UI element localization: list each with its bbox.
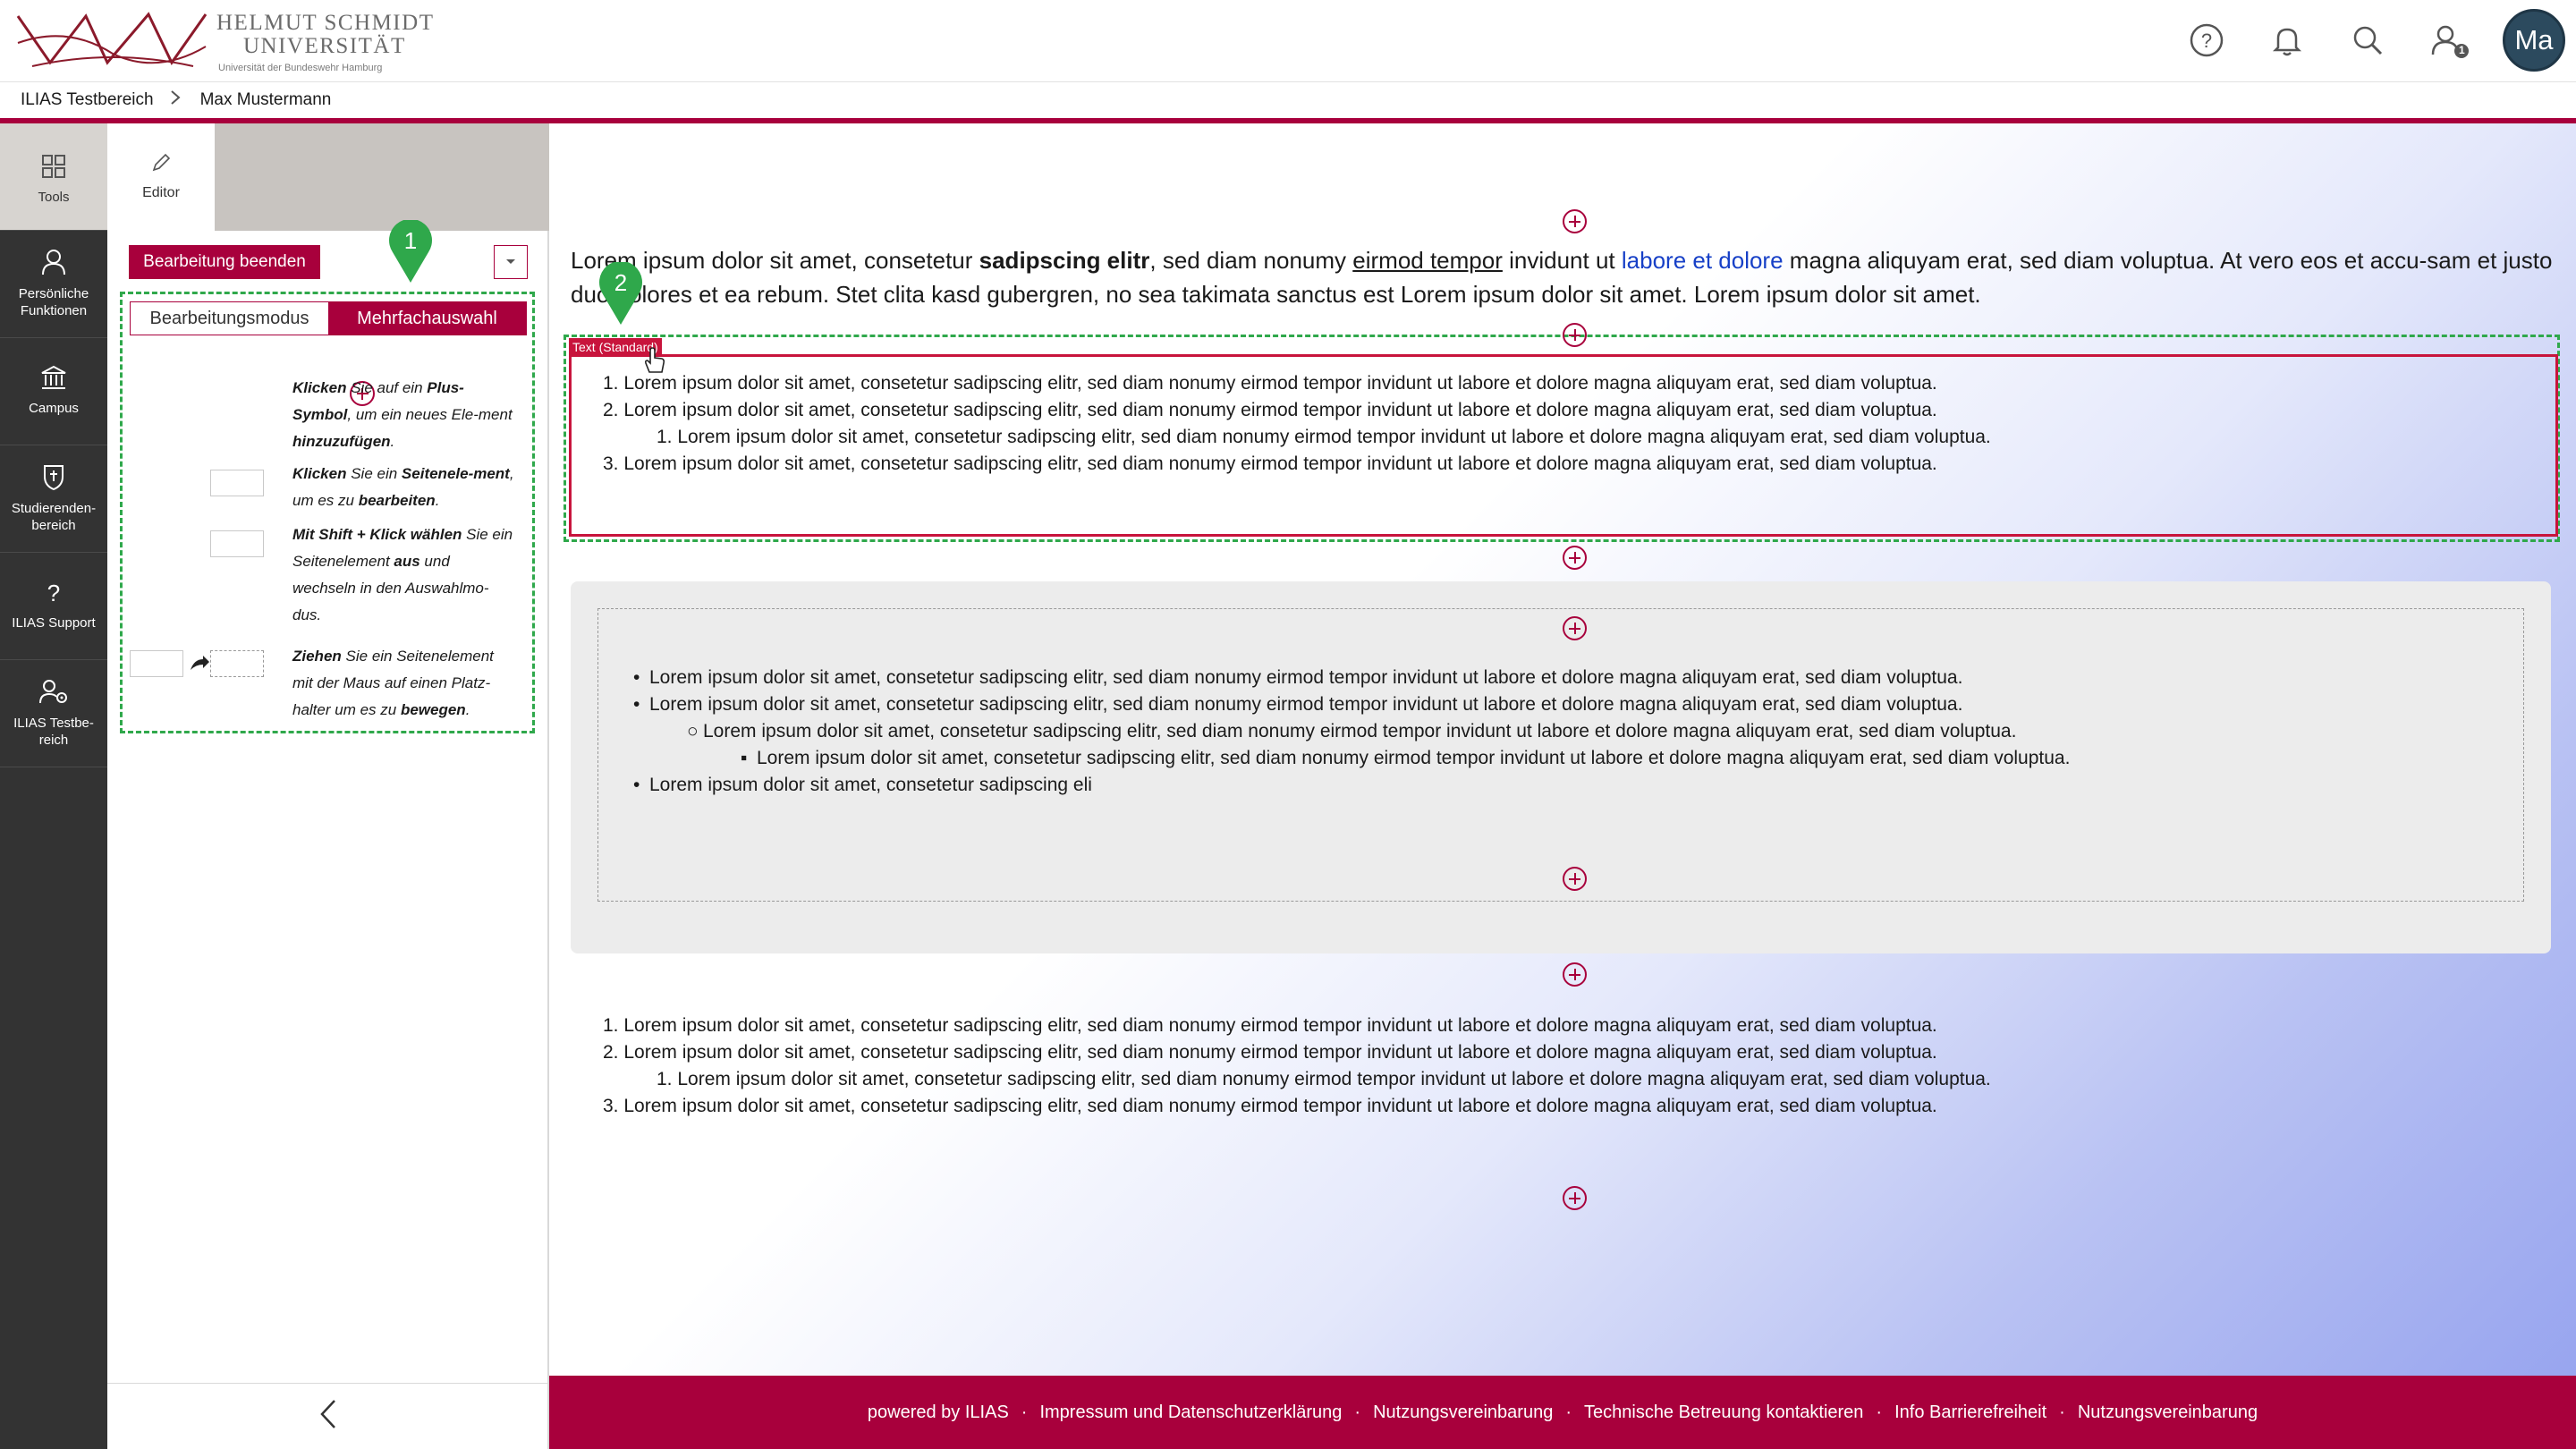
list-item: • Lorem ipsum dolor sit amet, consetetur … [633, 667, 1963, 688]
list-item: 3. Lorem ipsum dolor sit amet, consetetu… [603, 1096, 1937, 1116]
breadcrumb: ILIAS Testbereich Max Mustermann [0, 82, 2576, 118]
help-drag-source-box [130, 650, 183, 677]
logo-line-1: HELMUT SCHMIDT [216, 11, 435, 35]
shield-icon [0, 463, 107, 495]
chevron-left-icon [319, 1399, 337, 1434]
question-icon: ? [0, 580, 107, 609]
footer-link-impressum[interactable]: Impressum und Datenschutzerklärung [1039, 1402, 1342, 1423]
ordered-list-1: 1. Lorem ipsum dolor sit amet, consetetu… [603, 370, 1991, 478]
mainbar-item-testbereich[interactable]: ILIAS Testbe-reich [0, 660, 107, 767]
footer-link-accessibility[interactable]: Info Barrierefreiheit [1894, 1402, 2046, 1423]
add-element-plus-icon[interactable] [1563, 616, 1587, 640]
mainbar-item-support[interactable]: ? ILIAS Support [0, 553, 107, 660]
mainbar-item-students[interactable]: Studierenden-bereich [0, 445, 107, 553]
add-element-plus-icon[interactable] [1563, 546, 1587, 570]
dropdown-button[interactable] [494, 245, 528, 279]
editor-help-box: Bearbeitungsmodus Mehrfachauswahl Klicke… [120, 292, 535, 733]
footer: powered by ILIAS · Impressum und Datensc… [549, 1376, 2576, 1449]
mode-edit-button[interactable]: Bearbeitungsmodus [131, 302, 328, 335]
list-item: 2. Lorem ipsum dolor sit amet, consetetu… [603, 1042, 1937, 1063]
list-item: 1. Lorem ipsum dolor sit amet, consetetu… [603, 373, 1937, 394]
list-item: 1. Lorem ipsum dolor sit amet, consetetu… [603, 1015, 1937, 1036]
mainbar-label-support: ILIAS Support [12, 615, 96, 631]
notification-badge: 1 [2459, 44, 2465, 56]
logo-line-3: Universität der Bundeswehr Hamburg [218, 63, 383, 73]
page-content: Lorem ipsum dolor sit amet, consetetur s… [549, 123, 2576, 1376]
mode-multi-select-button[interactable]: Mehrfachauswahl [328, 302, 526, 335]
svg-text:?: ? [47, 580, 60, 605]
mainbar-item-tools[interactable]: Tools [0, 123, 107, 231]
list-item: • Lorem ipsum dolor sit amet, consetetur … [633, 694, 1963, 715]
tool-slate: Editor Bearbeitung beenden Bearbeitungsm… [107, 123, 549, 1449]
breadcrumb-item-user[interactable]: Max Mustermann [200, 90, 332, 110]
ordered-list-2[interactable]: 1. Lorem ipsum dolor sit amet, consetetu… [603, 1013, 1991, 1120]
grid-icon [0, 154, 107, 183]
add-element-plus-icon[interactable] [1563, 323, 1587, 347]
list-item: ▪ Lorem ipsum dolor sit amet, consetetur … [741, 748, 2071, 768]
mainbar-label-tools: Tools [38, 190, 70, 205]
arrow-right-icon [189, 654, 210, 678]
add-element-plus-icon[interactable] [1563, 867, 1587, 891]
paragraph-intro[interactable]: Lorem ipsum dolor sit amet, consetetur s… [571, 243, 2565, 311]
mainbar-item-personal[interactable]: Persönliche Funktionen [0, 231, 107, 338]
marker-2: 2 [597, 260, 644, 326]
paragraph-link[interactable]: labore et dolore [1622, 247, 1784, 274]
user-icon [0, 249, 107, 280]
slate-tab-bar: Editor [107, 123, 549, 231]
help-text-add: Klicken Sie auf ein Plus-Symbol, um ein … [292, 379, 513, 450]
help-text-move: Ziehen Sie ein Seitenelement mit der Mau… [292, 648, 494, 718]
header: HELMUT SCHMIDT UNIVERSITÄT Universität d… [0, 0, 2576, 82]
avatar[interactable]: Ma [2503, 9, 2565, 72]
caret-down-icon [505, 254, 516, 270]
list-item: ○ Lorem ipsum dolor sit amet, consetetur … [687, 721, 2017, 741]
bullet-list: • Lorem ipsum dolor sit amet, consetetur … [633, 665, 2070, 799]
add-element-plus-icon[interactable] [1563, 962, 1587, 987]
list-item: 1. Lorem ipsum dolor sit amet, consetetu… [657, 1069, 1991, 1089]
mainbar-label-students: Studierenden-bereich [11, 501, 97, 533]
marker-1: 1 [387, 218, 434, 284]
end-editing-button[interactable]: Bearbeitung beenden [129, 245, 320, 279]
list-item: 2. Lorem ipsum dolor sit amet, consetetu… [603, 400, 1937, 420]
help-element-box [210, 470, 264, 496]
breadcrumb-item-testbereich[interactable]: ILIAS Testbereich [21, 90, 154, 110]
list-item: 1. Lorem ipsum dolor sit amet, consetetu… [657, 427, 1991, 447]
chevron-right-icon [170, 89, 181, 111]
footer-link-terms[interactable]: Nutzungsvereinbarung [1373, 1402, 1553, 1423]
mainbar-label-personal: Persönliche Funktionen [18, 286, 89, 318]
footer-link-contact[interactable]: Technische Betreuung kontaktieren [1584, 1402, 1863, 1423]
slate-collapse-button[interactable] [107, 1383, 549, 1449]
mode-switch: Bearbeitungsmodus Mehrfachauswahl [130, 301, 527, 335]
tab-editor-label: Editor [142, 185, 180, 200]
help-text-edit: Klicken Sie ein Seitenele-ment, um es zu… [292, 465, 514, 509]
mainbar: Tools Persönliche Funktionen Campus Stud… [0, 123, 107, 1449]
mainbar-item-campus[interactable]: Campus [0, 338, 107, 445]
users-online-icon[interactable]: 1 [2426, 18, 2470, 63]
help-text-select: Mit Shift + Klick wählen Sie ein Seitene… [292, 526, 513, 623]
pencil-icon [107, 152, 215, 178]
bank-icon [0, 365, 107, 394]
footer-link-terms-2[interactable]: Nutzungsvereinbarung [2078, 1402, 2258, 1423]
marker-1-label: 1 [403, 227, 418, 254]
university-logo[interactable]: HELMUT SCHMIDT UNIVERSITÄT Universität d… [14, 7, 433, 75]
mainbar-label-testbereich: ILIAS Testbe-reich [13, 716, 94, 748]
search-icon[interactable] [2345, 18, 2390, 63]
logo-line-2: UNIVERSITÄT [243, 34, 406, 58]
add-element-plus-icon[interactable] [1563, 209, 1587, 233]
svg-text:?: ? [2201, 30, 2212, 52]
marker-2-label: 2 [614, 269, 628, 296]
tab-editor[interactable]: Editor [107, 123, 215, 231]
list-item: • Lorem ipsum dolor sit amet, consetetur … [633, 775, 1092, 795]
add-element-plus-icon[interactable] [1563, 1186, 1587, 1210]
logo-mark-icon [16, 12, 208, 67]
list-item: 3. Lorem ipsum dolor sit amet, consetetu… [603, 453, 1937, 474]
bell-icon[interactable] [2265, 18, 2309, 63]
help-icon[interactable]: ? [2184, 18, 2229, 63]
mainbar-label-campus: Campus [29, 401, 79, 416]
gear-user-icon [0, 678, 107, 709]
footer-link-powered[interactable]: powered by ILIAS [868, 1402, 1009, 1423]
help-drop-target-box [210, 650, 264, 677]
help-select-box [210, 530, 264, 557]
